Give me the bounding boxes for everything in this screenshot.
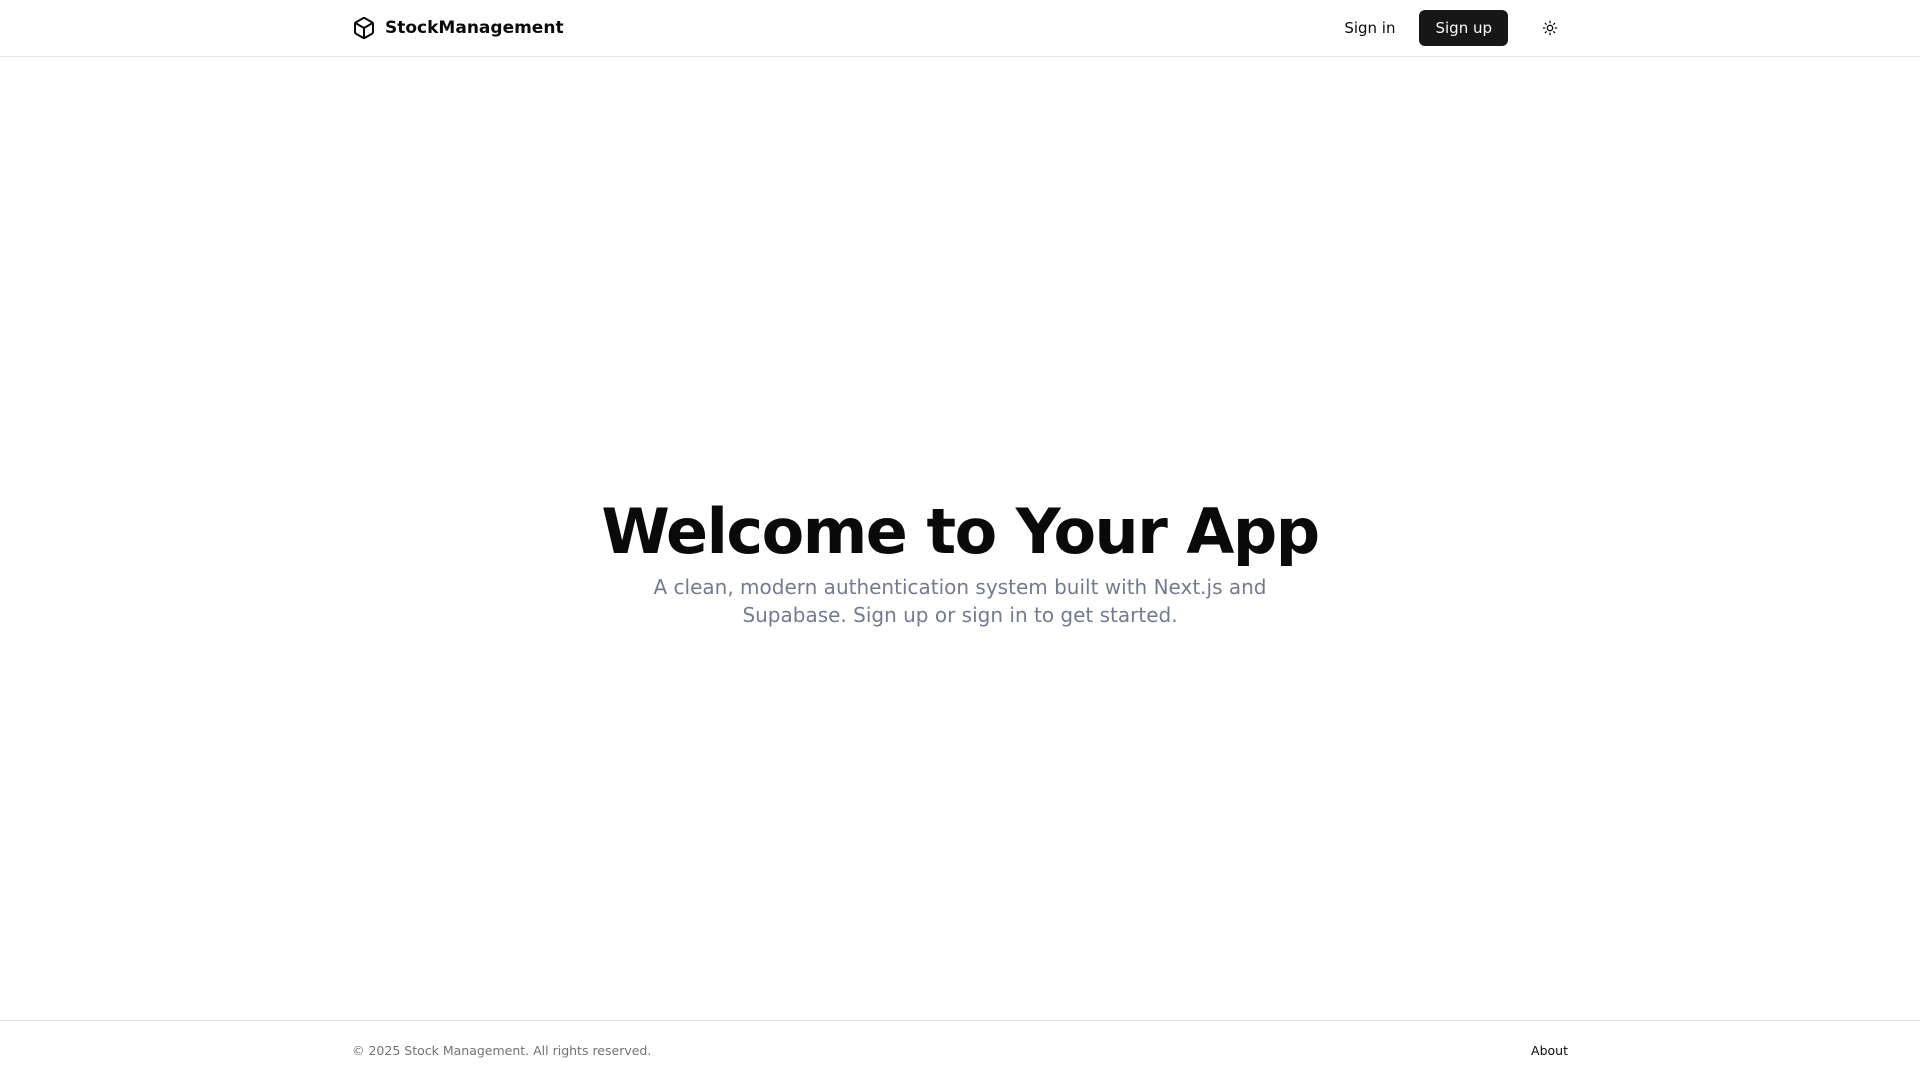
box-icon [352, 16, 376, 40]
header-nav: Sign in Sign up [1328, 10, 1568, 46]
hero-subtitle: A clean, modern authentication system bu… [653, 574, 1267, 627]
page: StockManagement Sign in Sign up Welcome … [0, 0, 1920, 1080]
site-footer: © 2025 Stock Management. All rights rese… [0, 1020, 1920, 1080]
footer-container: © 2025 Stock Management. All rights rese… [352, 1021, 1568, 1080]
theme-toggle-button[interactable] [1532, 10, 1568, 46]
site-header: StockManagement Sign in Sign up [0, 0, 1920, 57]
sign-up-button[interactable]: Sign up [1419, 10, 1508, 46]
header-container: StockManagement Sign in Sign up [352, 0, 1568, 56]
sign-in-button[interactable]: Sign in [1328, 10, 1411, 46]
hero-title: Welcome to Your App [601, 495, 1320, 569]
brand-link[interactable]: StockManagement [352, 16, 564, 40]
sun-icon [1542, 20, 1558, 36]
brand-name: StockManagement [385, 18, 564, 38]
copyright-text: © 2025 Stock Management. All rights rese… [352, 1043, 652, 1058]
about-link[interactable]: About [1531, 1043, 1568, 1058]
hero-section: Welcome to Your App A clean, modern auth… [0, 57, 1920, 1020]
